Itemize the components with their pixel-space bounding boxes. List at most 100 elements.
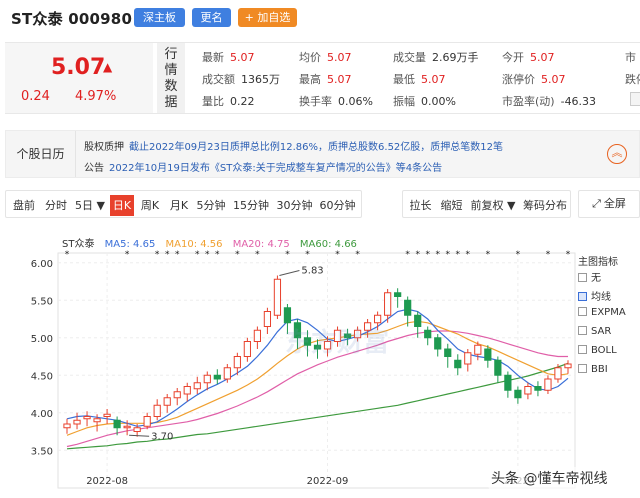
scroll-right-button[interactable]	[630, 92, 640, 106]
checkbox[interactable]	[578, 292, 587, 301]
quote-key: 成交额	[202, 73, 235, 86]
indicator-option[interactable]: BBI	[578, 364, 640, 383]
quote-key: 跌停	[625, 73, 640, 86]
period-tab[interactable]: 30分钟	[274, 195, 315, 216]
indicator-option[interactable]: 无	[578, 269, 640, 288]
candle-body	[504, 374, 512, 391]
period-tab[interactable]: 日K	[110, 195, 134, 216]
quote-panel: 5.07 ▲ 0.24 4.97% 行情数据 最新 5.07 均价 5.07 成交量 2.…	[5, 42, 640, 114]
board-button[interactable]: 深主板	[134, 8, 185, 27]
period-tab[interactable]: 5日 ▼	[72, 195, 108, 216]
chart-tool-button[interactable]: 缩短	[438, 195, 465, 216]
add-watchlist-button[interactable]: + 加自选	[238, 8, 297, 27]
candle-body	[103, 413, 111, 417]
indicator-panel: 主图指标 无均线 EXPMA SAR BOLL BBI	[578, 253, 640, 383]
indicator-option[interactable]: BOLL	[578, 345, 640, 364]
candle-body	[524, 386, 532, 395]
indicator-option[interactable]: SAR	[578, 326, 640, 345]
indicator-option[interactable]: EXPMA	[578, 307, 640, 326]
checkbox[interactable]	[578, 364, 587, 373]
annotation-arrow	[279, 270, 300, 276]
candle-body	[73, 419, 81, 425]
candle-body	[544, 378, 552, 391]
x-tick-label: 2022-08	[86, 476, 128, 487]
period-tab-group: 盘前 分时 5日 ▼ 日K 周K 月K 5分钟 15分钟 30分钟 60分钟	[5, 190, 362, 218]
pledge-link[interactable]: 截止2022年09月23日质押总比例12.86%，质押总股数6.52亿股，质押总…	[129, 142, 503, 153]
event-marker: *	[235, 250, 240, 260]
notice-link[interactable]: 2022年10月19日发布《ST众泰:关于完成整车复产情况的公告》等4条公告	[109, 163, 442, 174]
indicator-title: 主图指标	[578, 257, 618, 268]
candle-body	[113, 419, 121, 429]
expand-icon: ⤢	[592, 197, 601, 210]
quote-cell: 换手率 0.06%	[299, 93, 373, 109]
quote-value: 5.07	[327, 51, 352, 64]
stock-name-label: ST众泰	[62, 239, 95, 250]
checkbox[interactable]	[578, 326, 587, 335]
chart-tool-button[interactable]: 筹码分布	[521, 195, 569, 216]
indicator-list: 无均线 EXPMA SAR BOLL BBI	[578, 269, 640, 383]
quote-cell: 最高 5.07	[299, 71, 352, 87]
candle-body	[434, 337, 442, 350]
ma20-label: MA20: 4.75	[232, 239, 290, 250]
indicator-label: SAR	[591, 326, 612, 337]
chart-tool-button[interactable]: 前复权 ▼	[469, 195, 517, 216]
candle-body	[233, 356, 241, 369]
quote-value: 1365万	[241, 73, 280, 86]
fullscreen-label: 全屏	[603, 197, 626, 210]
period-tabs: 盘前 分时 5日 ▼ 日K 周K 月K 5分钟 15分钟 30分钟 60分钟 拉长 缩短 前复权 ▼ 筹…	[5, 190, 640, 218]
period-tab[interactable]: 周K	[136, 195, 164, 216]
candle-body	[384, 292, 392, 316]
period-tab[interactable]: 分时	[42, 195, 70, 216]
event-marker: *	[305, 250, 310, 260]
chart-logo-watermark: 东方财富	[285, 328, 390, 358]
candle-body	[93, 418, 101, 423]
event-marker: *	[446, 250, 451, 260]
quote-key: 今开	[502, 51, 524, 64]
event-marker: *	[486, 250, 491, 260]
event-marker: *	[425, 250, 430, 260]
quote-value: 2.69万手	[432, 51, 479, 64]
period-tab[interactable]: 月K	[166, 195, 192, 216]
quote-value: 0.22	[230, 95, 255, 108]
period-tab[interactable]: 盘前	[10, 195, 38, 216]
ma5-label: MA5: 4.65	[104, 239, 156, 250]
event-marker: *	[546, 250, 551, 260]
quote-cell: 市盈率(动) -46.33	[502, 93, 596, 109]
kline-chart[interactable]: 6.005.505.004.504.003.502022-082022-0920…	[0, 232, 640, 498]
chart-tool-button[interactable]: 拉长	[407, 195, 434, 216]
annotation-arrow	[129, 434, 150, 437]
indicator-option[interactable]: 均线	[578, 288, 640, 307]
x-tick-label: 2022-09	[307, 476, 349, 487]
price-change-pct: 4.97%	[75, 89, 117, 104]
rename-button[interactable]: 更名	[192, 8, 231, 27]
event-marker: *	[415, 250, 420, 260]
event-marker: *	[355, 250, 360, 260]
event-marker: *	[65, 250, 70, 260]
candle-body	[444, 348, 452, 357]
candle-body	[153, 404, 161, 417]
candle-body	[263, 311, 272, 327]
quote-cell: 成交量 2.69万手	[393, 49, 479, 65]
candle-body	[173, 391, 181, 399]
checkbox[interactable]	[578, 345, 587, 354]
checkbox[interactable]	[578, 307, 587, 316]
quote-value: 0.06%	[338, 95, 373, 108]
candle-body	[494, 359, 502, 376]
quote-key: 振幅	[393, 95, 415, 108]
period-tab[interactable]: 60分钟	[317, 195, 358, 216]
candle-body	[203, 374, 211, 384]
event-marker: *	[205, 250, 210, 260]
fullscreen-button[interactable]: ⤢ 全屏	[578, 190, 640, 218]
quote-key: 均价	[299, 51, 321, 64]
event-marker: *	[215, 250, 220, 260]
quote-cell: 跌停	[625, 71, 640, 87]
period-tab[interactable]: 15分钟	[230, 195, 272, 216]
period-tab[interactable]: 5分钟	[194, 195, 228, 216]
candle-body	[474, 344, 482, 355]
checkbox[interactable]	[578, 273, 587, 282]
candle-body	[484, 348, 492, 361]
quote-key: 换手率	[299, 95, 332, 108]
expand-chevron-icon[interactable]: ︽	[607, 144, 627, 164]
quote-key: 涨停价	[502, 73, 535, 86]
event-marker: *	[255, 250, 260, 260]
